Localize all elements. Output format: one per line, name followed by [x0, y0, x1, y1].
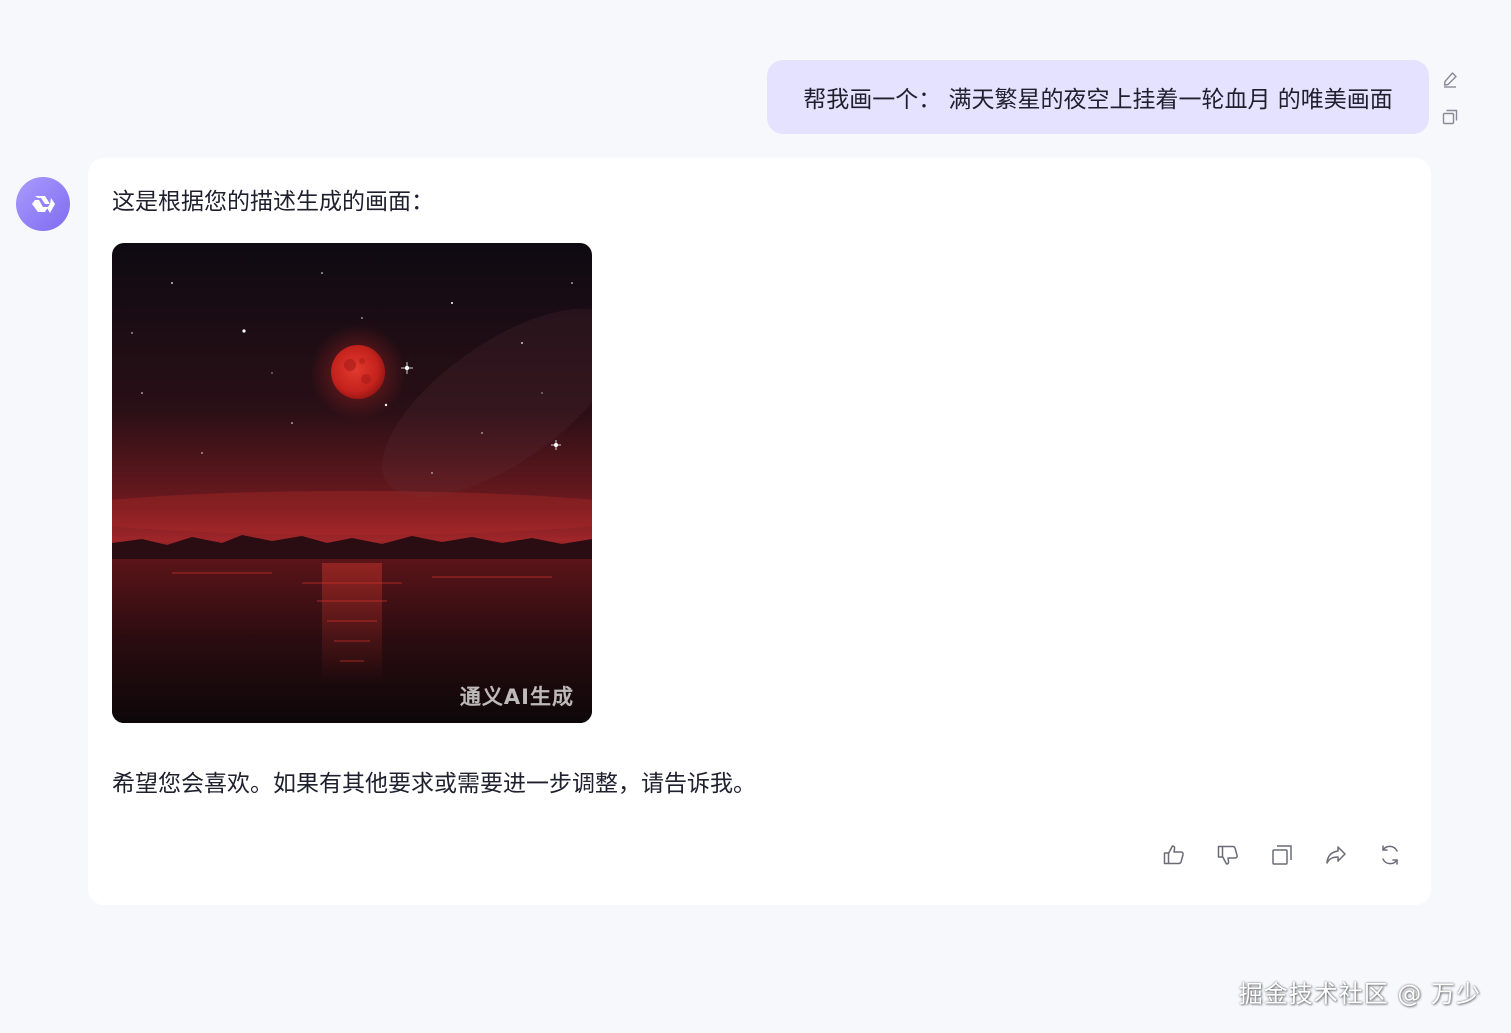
thumbs-down-icon	[1217, 845, 1238, 865]
like-button[interactable]	[1161, 842, 1187, 868]
image-watermark: 通义AI生成	[459, 685, 574, 709]
assistant-message-actions	[1161, 842, 1403, 868]
copy-response-button[interactable]	[1269, 842, 1295, 868]
generated-image[interactable]: 通义AI生成	[112, 243, 592, 723]
pencil-icon	[1443, 72, 1457, 88]
copy-message-button[interactable]	[1439, 106, 1461, 128]
assistant-message-card: 这是根据您的描述生成的画面： 通义AI生成 希望您会喜欢。如果有其他要求或需要进…	[88, 158, 1431, 905]
user-message-text: 帮我画一个： 满天繁星的夜空上挂着一轮血月 的唯美画面	[803, 87, 1393, 113]
thumbs-up-icon	[1163, 845, 1184, 865]
refresh-icon	[1382, 845, 1398, 865]
share-icon	[1326, 846, 1346, 864]
footer-credit: 掘金技术社区 @ 万少	[1238, 980, 1481, 1008]
regenerate-button[interactable]	[1377, 842, 1403, 868]
assistant-outro-text: 希望您会喜欢。如果有其他要求或需要进一步调整，请告诉我。	[112, 771, 756, 797]
chat-page: 帮我画一个： 满天繁星的夜空上挂着一轮血月 的唯美画面 这是根据您的描述生成的画…	[0, 0, 1511, 1033]
edit-message-button[interactable]	[1439, 68, 1461, 90]
assistant-avatar	[16, 177, 70, 231]
copy-icon	[1272, 845, 1292, 865]
copy-icon	[1442, 109, 1458, 125]
user-message-actions	[1438, 68, 1462, 128]
assistant-intro-text: 这是根据您的描述生成的画面：	[112, 189, 434, 215]
share-button[interactable]	[1323, 842, 1349, 868]
dislike-button[interactable]	[1215, 842, 1241, 868]
user-message-bubble: 帮我画一个： 满天繁星的夜空上挂着一轮血月 的唯美画面	[767, 60, 1429, 134]
tongyi-logo-icon	[32, 196, 55, 213]
blood-moon-image	[112, 243, 592, 723]
